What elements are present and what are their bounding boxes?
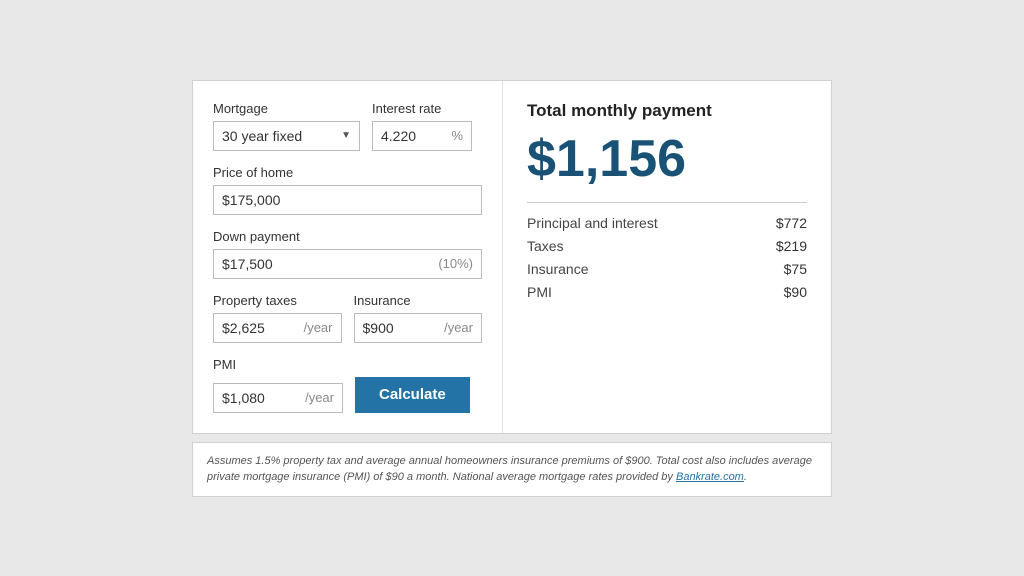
- down-percent: (10%): [438, 256, 473, 271]
- taxes-field-group: Property taxes /year: [213, 293, 342, 343]
- taxes-label: Property taxes: [213, 293, 342, 308]
- pmi-label: PMI: [213, 357, 482, 372]
- breakdown-value-taxes: $219: [776, 238, 807, 254]
- down-input[interactable]: [222, 256, 438, 272]
- breakdown-value-principal: $772: [776, 215, 807, 231]
- taxes-input[interactable]: [222, 320, 300, 336]
- tax-ins-row: Property taxes /year Insurance /year: [213, 293, 482, 343]
- footer-note: Assumes 1.5% property tax and average an…: [192, 442, 832, 497]
- pmi-input-wrapper[interactable]: /year: [213, 383, 343, 413]
- breakdown-row-insurance: Insurance $75: [527, 261, 807, 277]
- interest-label: Interest rate: [372, 101, 482, 116]
- interest-field-group: Interest rate %: [372, 101, 482, 151]
- insurance-suffix: /year: [444, 320, 473, 335]
- breakdown-row-pmi: PMI $90: [527, 284, 807, 300]
- mortgage-label: Mortgage: [213, 101, 360, 116]
- breakdown-label-insurance: Insurance: [527, 261, 588, 277]
- breakdown-row-taxes: Taxes $219: [527, 238, 807, 254]
- total-label: Total monthly payment: [527, 101, 807, 121]
- insurance-input-wrapper[interactable]: /year: [354, 313, 483, 343]
- insurance-label: Insurance: [354, 293, 483, 308]
- total-amount: $1,156: [527, 131, 807, 188]
- insurance-field-group: Insurance /year: [354, 293, 483, 343]
- breakdown-label-principal: Principal and interest: [527, 215, 658, 231]
- breakdown-value-insurance: $75: [784, 261, 807, 277]
- chevron-down-icon: ▼: [341, 130, 351, 141]
- mortgage-select-wrapper[interactable]: 30 year fixed 15 year fixed 5/1 ARM ▼: [213, 121, 360, 151]
- pmi-row: /year Calculate: [213, 377, 482, 413]
- results-panel: Total monthly payment $1,156 Principal a…: [503, 81, 831, 433]
- breakdown-label-pmi: PMI: [527, 284, 552, 300]
- divider: [527, 202, 807, 203]
- percent-symbol: %: [451, 128, 463, 143]
- down-field-group: Down payment (10%): [213, 229, 482, 279]
- interest-input[interactable]: [381, 128, 451, 144]
- calculate-button[interactable]: Calculate: [355, 377, 470, 413]
- insurance-input[interactable]: [363, 320, 441, 336]
- down-label: Down payment: [213, 229, 482, 244]
- breakdown-label-taxes: Taxes: [527, 238, 564, 254]
- taxes-input-wrapper[interactable]: /year: [213, 313, 342, 343]
- taxes-suffix: /year: [304, 320, 333, 335]
- price-field-group: Price of home: [213, 165, 482, 215]
- mortgage-select[interactable]: 30 year fixed 15 year fixed 5/1 ARM: [222, 128, 337, 144]
- interest-input-wrapper[interactable]: %: [372, 121, 472, 151]
- breakdown-row-principal: Principal and interest $772: [527, 215, 807, 231]
- mortgage-field-group: Mortgage 30 year fixed 15 year fixed 5/1…: [213, 101, 360, 151]
- breakdown-value-pmi: $90: [784, 284, 807, 300]
- pmi-field-group: PMI /year Calculate: [213, 357, 482, 413]
- bankrate-link[interactable]: Bankrate.com: [676, 471, 744, 483]
- price-label: Price of home: [213, 165, 482, 180]
- calculator-form: Mortgage 30 year fixed 15 year fixed 5/1…: [193, 81, 503, 433]
- footer-text-end: .: [744, 471, 747, 483]
- price-input-wrapper[interactable]: [213, 185, 482, 215]
- down-input-wrapper[interactable]: (10%): [213, 249, 482, 279]
- pmi-suffix: /year: [305, 390, 334, 405]
- pmi-input[interactable]: [222, 390, 301, 406]
- price-input[interactable]: [222, 192, 473, 208]
